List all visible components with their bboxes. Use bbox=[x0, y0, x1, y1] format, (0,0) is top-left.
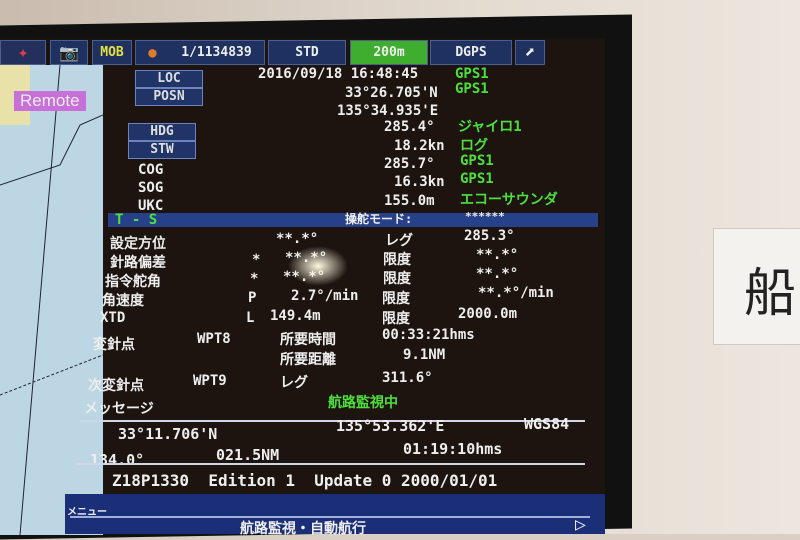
own-latitude: 33°26.705'N bbox=[345, 85, 438, 101]
chart-info: Z18P1330 Edition 1 Update 0 2000/01/01 bbox=[112, 471, 498, 490]
xtd-value: 149.4m bbox=[270, 308, 321, 324]
limit-label: 限度 bbox=[383, 252, 411, 268]
steering-mode-value: ****** bbox=[465, 210, 505, 223]
own-longitude: 135°34.935'E bbox=[337, 103, 439, 119]
separator bbox=[75, 463, 585, 465]
message-text: 航路監視中 bbox=[328, 395, 398, 411]
cog-value: 285.7° bbox=[384, 156, 435, 172]
sog-label: SOG bbox=[138, 180, 164, 196]
course-deviation-label: 針路偏差 bbox=[110, 255, 166, 271]
cursor-range: 021.5NM bbox=[216, 446, 280, 464]
set-heading-label: 設定方位 bbox=[110, 236, 166, 252]
time-to-go-label: 所要時間 bbox=[280, 332, 336, 348]
menu-item-button[interactable]: 航路監視・自動航行 ▷ bbox=[70, 514, 590, 537]
scale-display[interactable]: ● 1/1134839 bbox=[135, 40, 265, 65]
cursor-latitude: 33°11.706'N bbox=[118, 425, 218, 443]
range-button[interactable]: 200m bbox=[350, 40, 428, 65]
status-dot-icon: ● bbox=[148, 44, 157, 61]
ukc-value: 155.0m bbox=[384, 193, 435, 209]
stw-button[interactable]: STW bbox=[128, 141, 196, 159]
xtd-flag: L bbox=[246, 310, 255, 326]
cursor-longitude: 135°53.362'E bbox=[336, 417, 445, 435]
limit-label: 限度 bbox=[383, 271, 411, 287]
time-to-go-value: 00:33:21hms bbox=[382, 327, 475, 343]
rudder-limit-value: **.*° bbox=[476, 266, 519, 282]
datum: WGS84 bbox=[524, 415, 570, 433]
play-arrow-icon[interactable]: ▷ bbox=[575, 514, 586, 535]
distance-value: 9.1NM bbox=[403, 347, 446, 363]
xtd-limit-value: 2000.0m bbox=[458, 306, 518, 322]
cursor-ttg: 01:19:10hms bbox=[403, 440, 503, 458]
hdg-button[interactable]: HDG bbox=[128, 123, 196, 141]
rudder-command-label: 指令舵角 bbox=[105, 274, 161, 290]
datetime: 2016/09/18 16:48:45 bbox=[258, 66, 419, 82]
cog-label: COG bbox=[138, 162, 164, 178]
stw-value: 18.2kn bbox=[394, 138, 445, 154]
rate-of-turn-value: 2.7°/min bbox=[291, 288, 359, 304]
leg-value: 285.3° bbox=[464, 228, 515, 244]
mob-button[interactable]: MOB bbox=[92, 40, 132, 65]
message-label: メッセージ bbox=[84, 401, 154, 417]
xtd-label: XTD bbox=[100, 310, 126, 326]
limit-label: 限度 bbox=[382, 291, 410, 307]
course-deviation-flag: * bbox=[252, 252, 261, 268]
camera-icon[interactable]: 📷 bbox=[50, 40, 88, 65]
positioning-button[interactable]: DGPS bbox=[430, 40, 512, 65]
alarm-icon[interactable]: ✦ bbox=[0, 40, 46, 65]
waypoint-label: 変針点 bbox=[93, 337, 135, 353]
sog-source: GPS1 bbox=[460, 171, 494, 187]
arrow-up-right-icon[interactable]: ⬈ bbox=[515, 40, 545, 65]
deviation-limit-value: **.*° bbox=[476, 247, 519, 263]
datetime-source: GPS1 bbox=[455, 66, 489, 82]
rot-limit-value: **.*°/min bbox=[478, 285, 554, 301]
light-glare bbox=[288, 246, 348, 286]
rate-of-turn-flag: P bbox=[248, 290, 257, 306]
ukc-source: エコーサウンダ bbox=[460, 192, 558, 208]
menu-item-label: 航路監視・自動航行 bbox=[240, 521, 366, 537]
rudder-command-flag: * bbox=[250, 271, 259, 287]
hdg-source: ジャイロ1 bbox=[458, 119, 522, 135]
posn-button[interactable]: POSN bbox=[135, 88, 203, 106]
latitude-source: GPS1 bbox=[455, 81, 489, 97]
limit-label: 限度 bbox=[382, 311, 410, 327]
remote-badge: Remote bbox=[14, 91, 86, 111]
distance-label: 所要距離 bbox=[280, 352, 336, 368]
leg-label: レグ bbox=[385, 233, 413, 249]
ts-title: T - S bbox=[115, 212, 158, 228]
sign-card: 船 bbox=[713, 228, 800, 345]
next-leg-value: 311.6° bbox=[382, 370, 433, 386]
separator bbox=[80, 420, 585, 422]
sign-text: 船 bbox=[744, 264, 797, 324]
cog-source: GPS1 bbox=[460, 153, 494, 169]
set-heading-value: **.*° bbox=[276, 231, 319, 247]
ecdis-screen: ✦ 📷 MOB ● 1/1134839 STD 200m DGPS ⬈ Remot… bbox=[0, 38, 605, 537]
next-leg-label: レグ bbox=[280, 375, 308, 391]
stw-source: ログ bbox=[460, 138, 488, 154]
loc-button[interactable]: LOC bbox=[135, 70, 203, 88]
next-waypoint-value: WPT9 bbox=[193, 373, 227, 389]
cursor-bearing: 134.0° bbox=[90, 451, 145, 469]
display-mode-button[interactable]: STD bbox=[268, 40, 346, 65]
waypoint-value: WPT8 bbox=[197, 331, 231, 347]
hdg-value: 285.4° bbox=[384, 119, 435, 135]
steering-mode-label: 操舵モード: bbox=[345, 212, 413, 226]
sog-value: 16.3kn bbox=[394, 174, 445, 190]
scale-value: 1/1134839 bbox=[181, 45, 252, 60]
menu-panel: メニュー 航路監視・自動航行 ▷ bbox=[65, 494, 605, 537]
rate-of-turn-label: 角速度 bbox=[102, 293, 144, 309]
next-waypoint-label: 次変針点 bbox=[88, 378, 144, 394]
